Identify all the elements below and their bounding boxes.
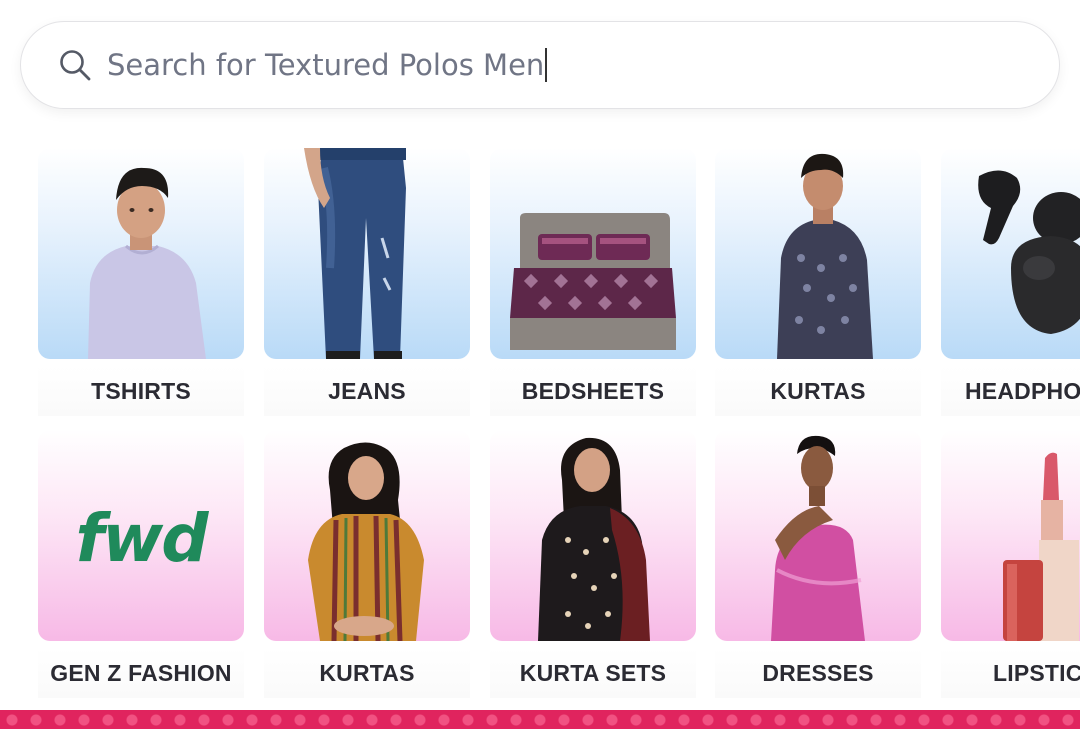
search-bar[interactable]: Search for Textured Polos Men [20, 21, 1060, 109]
fwd-logo: fwd [75, 500, 209, 577]
search-input[interactable]: Search for Textured Polos Men [107, 35, 1007, 95]
category-label: TSHIRTS [38, 366, 244, 416]
category-tile-kurta-sets[interactable]: KURTA SETS [490, 430, 696, 698]
category-tile-headphones[interactable]: HEADPHO [941, 148, 1080, 416]
category-label: LIPSTIC [941, 648, 1080, 698]
category-label: DRESSES [715, 648, 921, 698]
category-label: KURTA SETS [490, 648, 696, 698]
text-caret [545, 48, 548, 82]
category-label: HEADPHO [941, 366, 1080, 416]
category-label: KURTAS [264, 648, 470, 698]
kurta-sets-image [490, 430, 696, 641]
bedsheets-image [490, 148, 696, 359]
app-screen: Search for Textured Polos Men TSHIRTS JE… [0, 0, 1080, 729]
decorative-banner-strip [0, 710, 1080, 729]
lipstick-image [941, 430, 1080, 641]
category-label: JEANS [264, 366, 470, 416]
jeans-image [264, 148, 470, 359]
search-placeholder: Search for Textured Polos Men [107, 48, 545, 82]
headphones-image [941, 148, 1080, 359]
kurtas-men-image [715, 148, 921, 359]
category-tile-gen-z-fashion[interactable]: fwd GEN Z FASHION [38, 430, 244, 698]
dresses-image [715, 430, 921, 641]
fwd-logo-image: fwd [38, 430, 244, 641]
category-tile-bedsheets[interactable]: BEDSHEETS [490, 148, 696, 416]
category-tile-kurtas-men[interactable]: KURTAS [715, 148, 921, 416]
category-label: BEDSHEETS [490, 366, 696, 416]
category-label: KURTAS [715, 366, 921, 416]
search-icon [57, 47, 93, 83]
category-label: GEN Z FASHION [38, 648, 244, 698]
tshirts-image [38, 148, 244, 359]
kurtas-women-image [264, 430, 470, 641]
category-tile-dresses[interactable]: DRESSES [715, 430, 921, 698]
category-tile-lipstick[interactable]: LIPSTIC [941, 430, 1080, 698]
category-tile-kurtas-women[interactable]: KURTAS [264, 430, 470, 698]
category-tile-tshirts[interactable]: TSHIRTS [38, 148, 244, 416]
category-tile-jeans[interactable]: JEANS [264, 148, 470, 416]
